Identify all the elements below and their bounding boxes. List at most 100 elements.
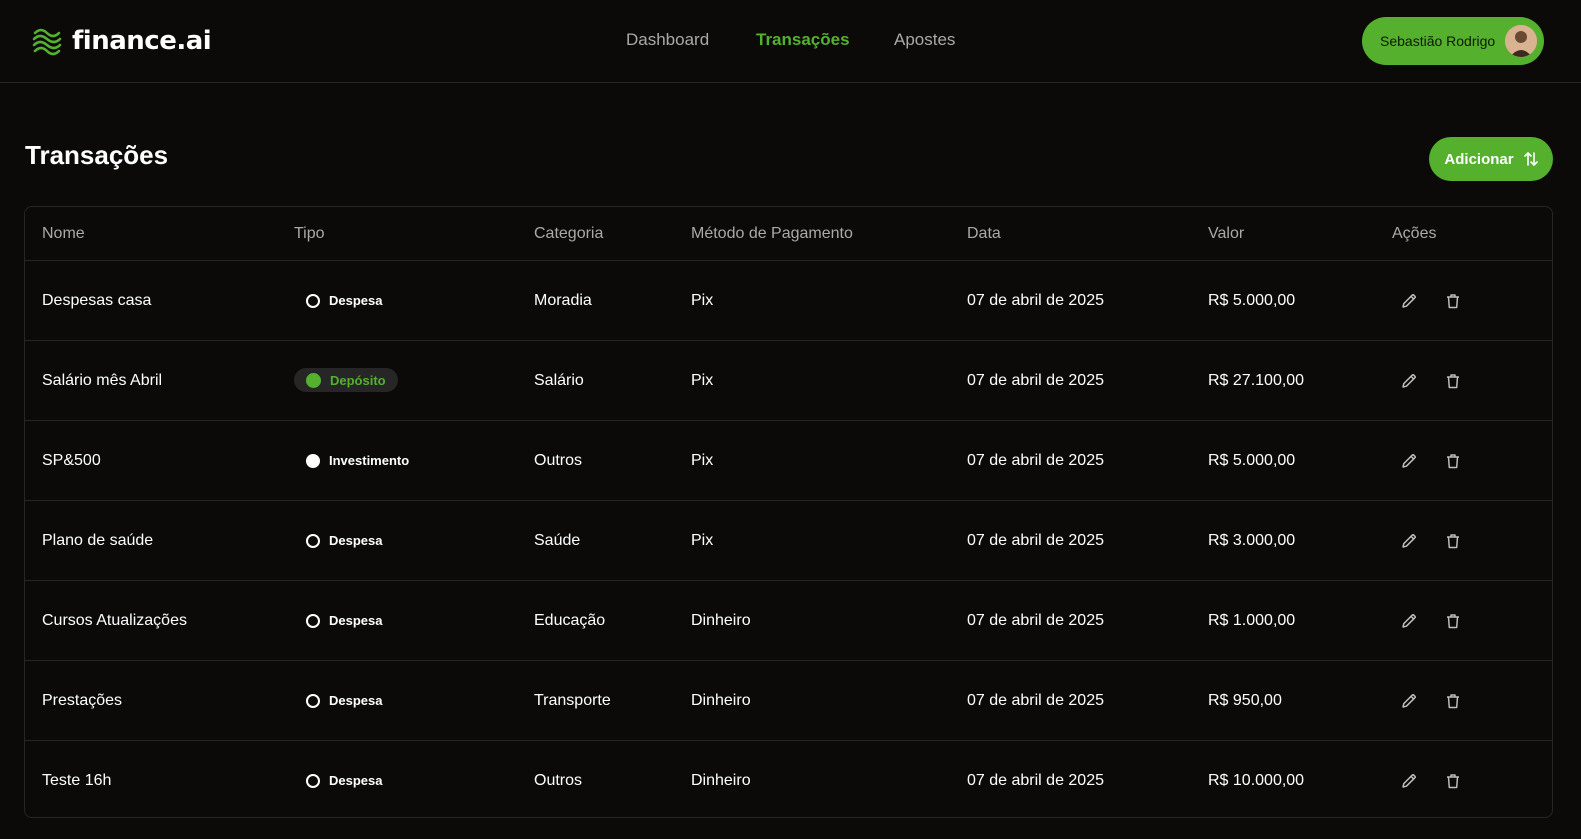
cell-metodo: Dinheiro bbox=[674, 660, 950, 741]
edit-pencil-icon[interactable] bbox=[1396, 688, 1422, 714]
type-dot-icon bbox=[306, 693, 320, 708]
delete-trash-icon[interactable] bbox=[1440, 288, 1466, 314]
cell-valor: R$ 10.000,00 bbox=[1208, 771, 1305, 789]
edit-pencil-icon[interactable] bbox=[1396, 768, 1422, 794]
column-header-valor[interactable]: Valor bbox=[1191, 207, 1375, 261]
type-dot-icon bbox=[306, 533, 320, 548]
column-header-data[interactable]: Data bbox=[950, 207, 1191, 261]
type-badge: Investimento bbox=[294, 449, 421, 473]
cell-nome: SP&500 bbox=[25, 420, 277, 501]
cell-metodo: Pix bbox=[674, 420, 950, 501]
table-row[interactable]: Prestações Despesa Transporte Dinheiro 07 de… bbox=[25, 660, 1552, 741]
cell-data: 07 de abril de 2025 bbox=[950, 500, 1191, 581]
cell-acoes bbox=[1375, 340, 1552, 421]
nav-transacoes[interactable]: Transações bbox=[756, 30, 850, 50]
type-label: Despesa bbox=[329, 293, 383, 308]
add-transaction-button[interactable]: Adicionar bbox=[1429, 137, 1553, 181]
cell-acoes bbox=[1375, 260, 1552, 341]
delete-trash-icon[interactable] bbox=[1440, 368, 1466, 394]
cell-data: 07 de abril de 2025 bbox=[950, 340, 1191, 421]
cell-acoes bbox=[1375, 741, 1552, 818]
edit-pencil-icon[interactable] bbox=[1396, 528, 1422, 554]
cell-metodo: Dinheiro bbox=[691, 771, 751, 789]
delete-trash-icon[interactable] bbox=[1440, 688, 1466, 714]
type-badge: Despesa bbox=[294, 609, 394, 633]
cell-metodo: Dinheiro bbox=[674, 580, 950, 661]
type-dot-icon bbox=[306, 453, 320, 468]
column-header-acoes: Ações bbox=[1375, 207, 1552, 261]
delete-trash-icon[interactable] bbox=[1440, 608, 1466, 634]
delete-trash-icon[interactable] bbox=[1440, 768, 1466, 794]
cell-data: 07 de abril de 2025 bbox=[967, 771, 1104, 789]
cell-data: 07 de abril de 2025 bbox=[950, 660, 1191, 741]
delete-trash-icon[interactable] bbox=[1440, 528, 1466, 554]
edit-pencil-icon[interactable] bbox=[1396, 448, 1422, 474]
cell-nome: Prestações bbox=[25, 660, 277, 741]
type-dot-icon bbox=[306, 372, 321, 388]
type-badge: Despesa bbox=[294, 289, 394, 313]
cell-nome: Plano de saúde bbox=[25, 500, 277, 581]
cell-categoria: Saúde bbox=[517, 500, 674, 581]
type-badge: Despesa bbox=[294, 769, 394, 793]
type-dot-icon bbox=[306, 613, 320, 628]
nav-dashboard[interactable]: Dashboard bbox=[626, 30, 709, 50]
cell-tipo: Despesa bbox=[277, 500, 517, 581]
edit-pencil-icon[interactable] bbox=[1396, 608, 1422, 634]
type-label: Despesa bbox=[329, 613, 383, 628]
cell-valor: R$ 5.000,00 bbox=[1191, 260, 1375, 341]
cell-tipo: Despesa bbox=[277, 580, 517, 661]
cell-nome: Teste 16h bbox=[42, 771, 112, 789]
nav-apostes[interactable]: Apostes bbox=[894, 30, 955, 50]
cell-nome: Salário mês Abril bbox=[25, 340, 277, 421]
cell-acoes bbox=[1375, 500, 1552, 581]
column-header-metodo[interactable]: Método de Pagamento bbox=[674, 207, 950, 261]
cell-tipo: Despesa bbox=[277, 260, 517, 341]
edit-pencil-icon[interactable] bbox=[1396, 368, 1422, 394]
column-header-nome[interactable]: Nome bbox=[25, 207, 277, 261]
cell-acoes bbox=[1375, 580, 1552, 661]
type-dot-icon bbox=[306, 773, 320, 788]
type-label: Investimento bbox=[329, 453, 410, 468]
cell-nome: Despesas casa bbox=[25, 260, 277, 341]
table-row[interactable]: Cursos Atualizações Despesa Educação Dinhei… bbox=[25, 580, 1552, 661]
cell-valor: R$ 950,00 bbox=[1191, 660, 1375, 741]
type-label: Depósito bbox=[330, 372, 386, 388]
user-avatar bbox=[1505, 25, 1537, 57]
table-row[interactable]: Despesas casa Despesa Moradia Pix 07 de abri… bbox=[25, 260, 1552, 341]
type-label: Despesa bbox=[329, 693, 383, 708]
type-label: Despesa bbox=[329, 533, 383, 548]
delete-trash-icon[interactable] bbox=[1440, 448, 1466, 474]
cell-valor: R$ 27.100,00 bbox=[1191, 340, 1375, 421]
add-button-label: Adicionar bbox=[1444, 150, 1514, 168]
cell-metodo: Pix bbox=[674, 340, 950, 421]
table-row[interactable]: Plano de saúde Despesa Saúde Pix 07 de abril… bbox=[25, 500, 1552, 581]
main-nav: Dashboard Transações Apostes bbox=[0, 30, 1581, 54]
user-name: Sebastião Rodrigo bbox=[1380, 33, 1496, 49]
type-label: Despesa bbox=[329, 773, 383, 788]
top-bar: finance.ai Dashboard Transações Apostes … bbox=[0, 0, 1581, 83]
cell-data: 07 de abril de 2025 bbox=[950, 420, 1191, 501]
cell-valor: R$ 3.000,00 bbox=[1191, 500, 1375, 581]
table-row[interactable]: SP&500 Investimento Outros Pix 07 de abril d… bbox=[25, 420, 1552, 501]
type-badge: Depósito bbox=[294, 368, 398, 393]
table-row[interactable]: Salário mês Abril Depósito Salário Pix 07 de… bbox=[25, 340, 1552, 421]
cell-metodo: Pix bbox=[674, 260, 950, 341]
cell-tipo: Depósito bbox=[277, 340, 517, 421]
user-menu-button[interactable]: Sebastião Rodrigo bbox=[1362, 17, 1544, 65]
cell-tipo: Despesa bbox=[277, 741, 517, 818]
cell-metodo: Pix bbox=[674, 500, 950, 581]
cell-tipo: Despesa bbox=[277, 660, 517, 741]
column-header-tipo[interactable]: Tipo bbox=[277, 207, 517, 261]
table-row[interactable]: Teste 16h Despesa Outros Dinheiro 07 de abri… bbox=[25, 741, 1552, 818]
cell-valor: R$ 1.000,00 bbox=[1191, 580, 1375, 661]
cell-data: 07 de abril de 2025 bbox=[950, 260, 1191, 341]
edit-pencil-icon[interactable] bbox=[1396, 288, 1422, 314]
cell-categoria: Salário bbox=[517, 340, 674, 421]
sort-arrows-icon bbox=[1523, 152, 1538, 166]
cell-categoria: Moradia bbox=[517, 260, 674, 341]
cell-acoes bbox=[1375, 660, 1552, 741]
column-header-categoria[interactable]: Categoria bbox=[517, 207, 674, 261]
cell-categoria: Outros bbox=[534, 771, 583, 789]
type-badge: Despesa bbox=[294, 529, 394, 553]
type-dot-icon bbox=[306, 293, 320, 308]
